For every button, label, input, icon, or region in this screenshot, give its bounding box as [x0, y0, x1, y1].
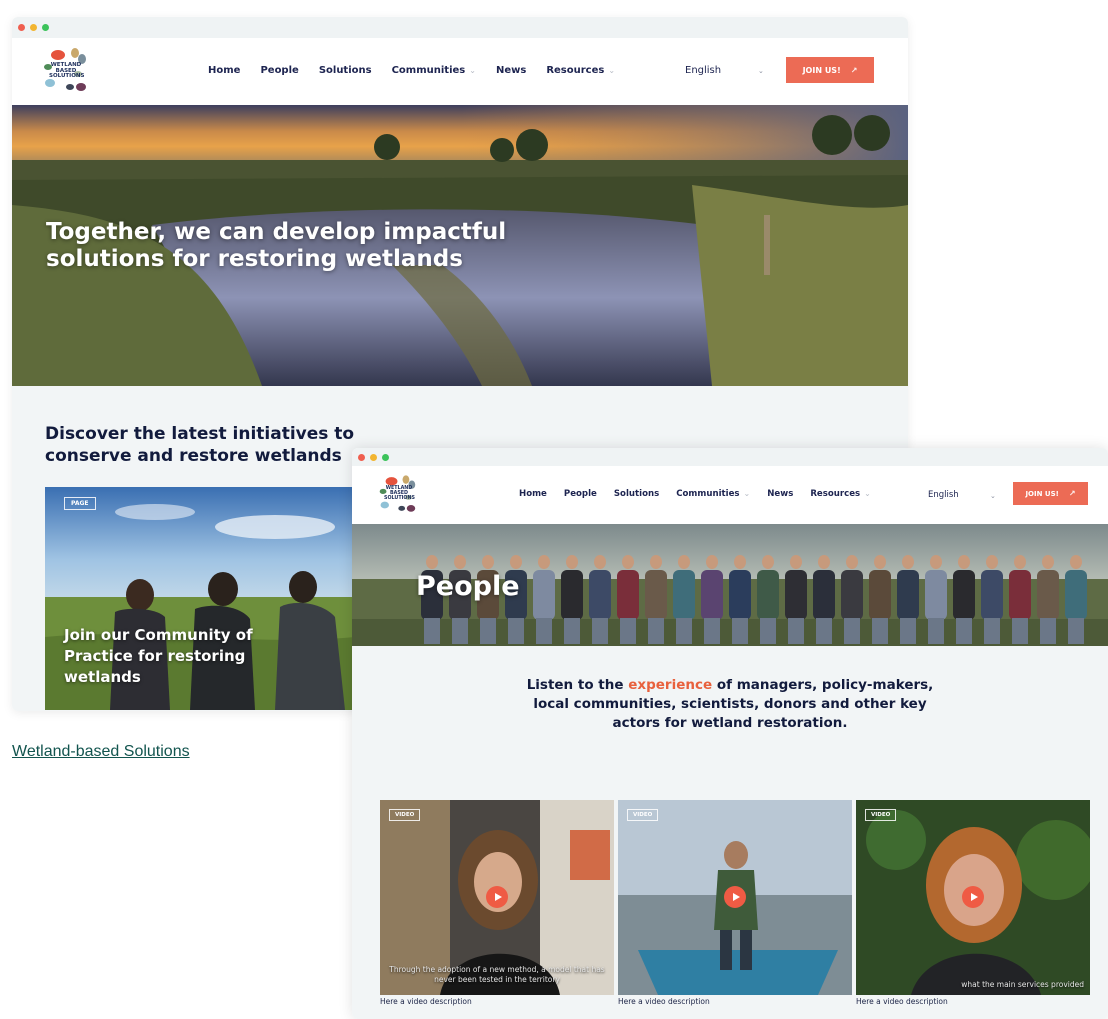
- video-description: Here a video description: [618, 997, 710, 1006]
- close-dot[interactable]: [358, 453, 365, 461]
- nav-communities[interactable]: Communities ⌄: [676, 489, 750, 499]
- site-logo[interactable]: WETLAND BASED SOLUTIONS: [42, 47, 94, 93]
- join-us-button[interactable]: JOIN US! ↗: [1013, 482, 1088, 505]
- video-description: Here a video description: [380, 997, 472, 1006]
- video-card[interactable]: VIDEO Through the adoption of a new meth…: [380, 800, 614, 995]
- chevron-down-icon[interactable]: ⌄: [758, 67, 764, 75]
- nav-resources[interactable]: Resources ⌄: [546, 65, 615, 76]
- video-description: Here a video description: [856, 997, 948, 1006]
- arrow-up-right-icon: ↗: [850, 65, 858, 75]
- play-button[interactable]: [486, 886, 508, 908]
- main-nav: Home People Solutions Communities ⌄ News …: [208, 65, 615, 76]
- video-card[interactable]: VIDEO what the main services provided: [856, 800, 1090, 995]
- people-section: Listen to the experience of managers, po…: [352, 646, 1108, 1019]
- nav-communities-label: Communities: [676, 489, 740, 499]
- arrow-up-right-icon: ↗: [1068, 489, 1076, 498]
- logo-text: WETLAND BASED SOLUTIONS: [49, 62, 85, 79]
- intro-accent: experience: [628, 677, 713, 693]
- nav-resources-label: Resources: [546, 65, 605, 76]
- join-us-label: JOIN US!: [1025, 489, 1059, 498]
- language-select[interactable]: English: [928, 490, 959, 500]
- maximize-dot[interactable]: [42, 24, 49, 31]
- nav-people[interactable]: People: [260, 65, 298, 76]
- intro-before: Listen to the: [526, 677, 629, 693]
- join-us-label: JOIN US!: [802, 65, 841, 75]
- play-button[interactable]: [724, 886, 746, 908]
- main-nav: Home People Solutions Communities ⌄ News …: [519, 489, 871, 499]
- minimize-dot[interactable]: [30, 24, 37, 31]
- nav-communities[interactable]: Communities ⌄: [392, 65, 476, 76]
- minimize-dot[interactable]: [370, 453, 377, 461]
- card-title[interactable]: Join our Community of Practice for resto…: [64, 625, 284, 688]
- close-dot[interactable]: [18, 24, 25, 31]
- nav-solutions[interactable]: Solutions: [319, 65, 372, 76]
- site-logo[interactable]: WETLAND BASED SOLUTIONS: [378, 474, 422, 514]
- play-icon: [732, 893, 740, 901]
- video-badge: VIDEO: [389, 809, 421, 821]
- hero-title: Together, we can develop impactful solut…: [46, 219, 507, 272]
- join-us-button[interactable]: JOIN US! ↗: [786, 57, 874, 83]
- wetland-solutions-link[interactable]: Wetland-based Solutions: [12, 743, 190, 761]
- hero-title: People: [416, 571, 520, 602]
- nav-resources-label: Resources: [810, 489, 861, 499]
- chevron-down-icon: ⌄: [743, 489, 751, 498]
- nav-resources[interactable]: Resources ⌄: [810, 489, 871, 499]
- people-hero: People: [352, 524, 1108, 646]
- nav-news[interactable]: News: [496, 65, 526, 76]
- video-subtitle: what the main services provided: [961, 980, 1084, 989]
- video-badge: VIDEO: [627, 809, 659, 821]
- play-button[interactable]: [962, 886, 984, 908]
- window-chrome: [12, 17, 908, 38]
- chevron-down-icon: ⌄: [864, 489, 871, 498]
- initiative-card[interactable]: PAGE Join our Community of Practice for …: [45, 487, 355, 710]
- nav-communities-label: Communities: [391, 65, 466, 76]
- maximize-dot[interactable]: [382, 453, 389, 461]
- logo-text: WETLAND BASED SOLUTIONS: [384, 486, 415, 501]
- section-title: Discover the latest initiatives to conse…: [45, 424, 355, 466]
- page-badge: PAGE: [64, 497, 96, 510]
- chevron-down-icon: ⌄: [469, 66, 476, 75]
- nav-solutions[interactable]: Solutions: [614, 489, 659, 499]
- window-chrome: [352, 448, 1108, 466]
- home-hero: Together, we can develop impactful solut…: [12, 105, 908, 386]
- chevron-down-icon: ⌄: [608, 66, 616, 75]
- play-icon: [494, 893, 502, 901]
- video-badge: VIDEO: [865, 809, 897, 821]
- chevron-down-icon[interactable]: ⌄: [990, 492, 996, 500]
- video-subtitle: Through the adoption of a new method, a …: [389, 965, 605, 984]
- nav-home[interactable]: Home: [519, 489, 547, 499]
- intro-text: Listen to the experience of managers, po…: [522, 676, 938, 733]
- site-header: WETLAND BASED SOLUTIONS Home People Solu…: [12, 38, 908, 105]
- browser-window-people: WETLAND BASED SOLUTIONS Home People Solu…: [352, 448, 1108, 1019]
- nav-home[interactable]: Home: [208, 65, 240, 76]
- play-icon: [970, 893, 978, 901]
- nav-people[interactable]: People: [564, 489, 597, 499]
- site-header: WETLAND BASED SOLUTIONS Home People Solu…: [352, 466, 1108, 524]
- video-card[interactable]: VIDEO: [618, 800, 852, 995]
- nav-news[interactable]: News: [767, 489, 793, 499]
- language-select[interactable]: English: [685, 65, 721, 76]
